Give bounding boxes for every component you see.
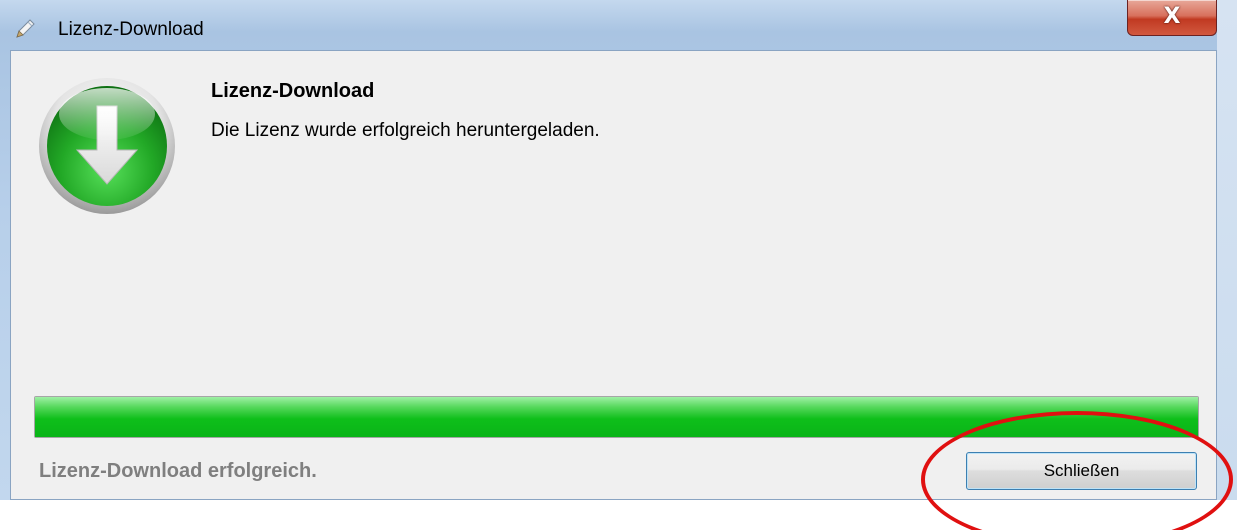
window-close-button[interactable]: X: [1127, 0, 1217, 36]
title-bar[interactable]: Lizenz-Download X: [0, 0, 1237, 50]
progress-bar: [34, 396, 1199, 438]
license-download-window: Lizenz-Download X Lizenz-Download Die Li…: [0, 0, 1237, 530]
download-arrow-icon: [39, 78, 175, 214]
dialog-body: Lizenz-Download Die Lizenz wurde erfolgr…: [10, 50, 1217, 500]
window-title: Lizenz-Download: [58, 19, 204, 40]
dialog-heading: Lizenz-Download: [211, 80, 375, 102]
progress-fill: [35, 397, 1198, 437]
window-frame-right: [1217, 0, 1237, 530]
close-button[interactable]: Schließen: [966, 452, 1197, 490]
status-text: Lizenz-Download erfolgreich.: [39, 460, 317, 482]
close-icon: X: [1163, 4, 1181, 29]
window-bottom-area: [0, 500, 1237, 530]
dialog-message: Die Lizenz wurde erfolgreich heruntergel…: [211, 120, 600, 141]
pen-icon: [16, 19, 35, 38]
